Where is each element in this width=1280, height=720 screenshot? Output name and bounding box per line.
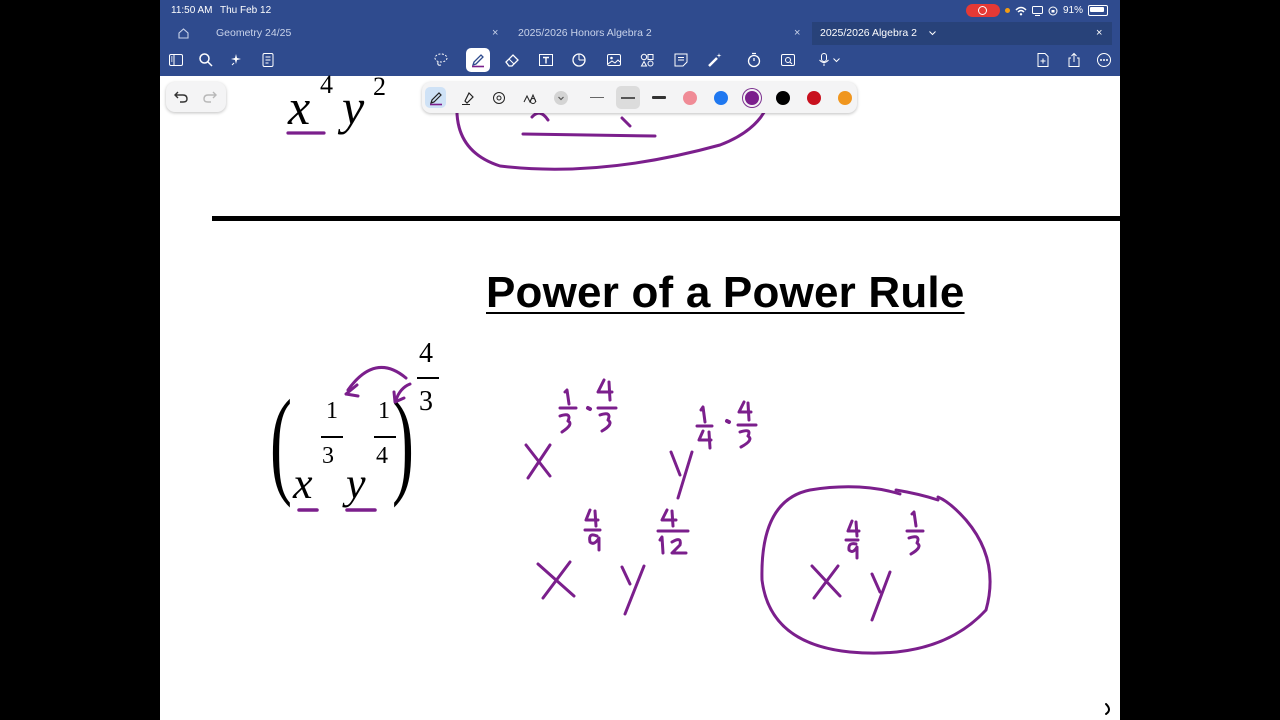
color-swatch-red[interactable] [807, 91, 821, 105]
color-swatch-pink[interactable] [683, 91, 697, 105]
stroke-width-thick[interactable] [652, 96, 666, 99]
undo-icon[interactable] [171, 87, 191, 107]
redo-icon[interactable] [200, 87, 220, 107]
pen-tools-toolbar [422, 82, 857, 113]
pen-style-icon[interactable] [519, 87, 540, 108]
pen-options-chevron-icon[interactable] [550, 87, 571, 108]
fountain-pen-icon[interactable] [425, 87, 446, 108]
color-swatch-purple[interactable] [745, 91, 759, 105]
shape-pen-icon[interactable] [488, 87, 509, 108]
stroke-width-thin[interactable] [590, 97, 604, 98]
highlighter-icon[interactable] [457, 87, 478, 108]
undo-redo-controls [166, 82, 226, 112]
color-swatch-blue[interactable] [714, 91, 728, 105]
color-swatch-orange[interactable] [838, 91, 852, 105]
ipad-screen: 11:50 AM Thu Feb 12 91% Geometry 24/25 ×… [160, 0, 1120, 720]
stroke-width-medium[interactable] [616, 86, 640, 109]
color-swatch-black[interactable] [776, 91, 790, 105]
